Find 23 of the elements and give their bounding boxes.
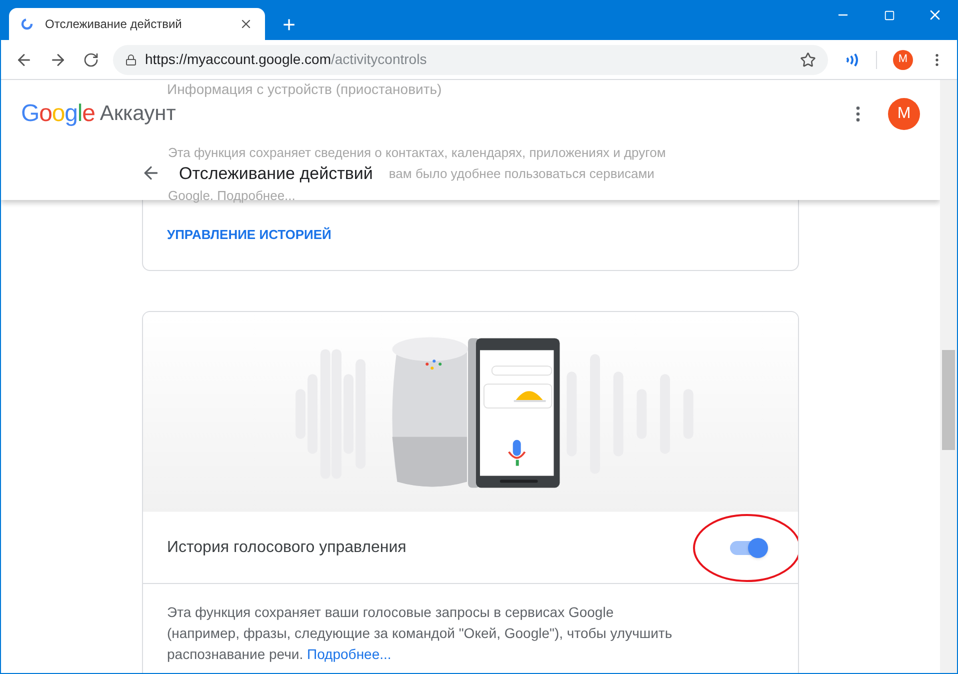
page-title: Отслеживание действий — [179, 162, 373, 184]
bookmark-star-icon[interactable] — [800, 52, 816, 68]
browser-tab[interactable]: Отслеживание действий — [9, 8, 265, 40]
url-text: https://myaccount.google.com/activitycontrols — [145, 50, 428, 69]
cast-waves-icon[interactable] — [844, 52, 860, 66]
reload-icon[interactable] — [83, 52, 99, 68]
lock-icon — [125, 54, 137, 66]
manage-history-link[interactable]: УПРАВЛЕНИЕ ИСТОРИЕЙ — [167, 225, 332, 245]
faded-text: вам было удобнее пользоваться сервисами — [388, 164, 654, 183]
learn-more-link[interactable]: Подробнее... — [307, 646, 392, 662]
profile-avatar[interactable]: M — [893, 50, 913, 70]
new-tab-button[interactable]: + — [277, 14, 301, 36]
setting-description: Эта функция сохраняет ваши голосовые запросы в сервисах Google (например, фразы, следующие за командой "Окей, Google"), чтобы улучшить распознавание речи. Подробнее... — [166, 603, 674, 664]
product-name: Аккаунт — [100, 101, 176, 128]
address-bar[interactable]: https://myaccount.google.com/activitycontrols — [113, 44, 828, 74]
setting-title: История голосового управления — [167, 538, 408, 558]
scrollbar[interactable] — [940, 80, 957, 673]
faded-text: Эта функция сохраняет сведения о контактах, календарях, приложениях и другом — [168, 144, 666, 162]
close-icon[interactable] — [239, 17, 253, 31]
faded-heading: Информация с устройств (приостановить) — [167, 81, 442, 97]
logo-text: Google — [21, 99, 95, 129]
faded-text: Google. Подробнее... — [168, 187, 296, 205]
account-avatar[interactable]: M — [888, 98, 920, 130]
